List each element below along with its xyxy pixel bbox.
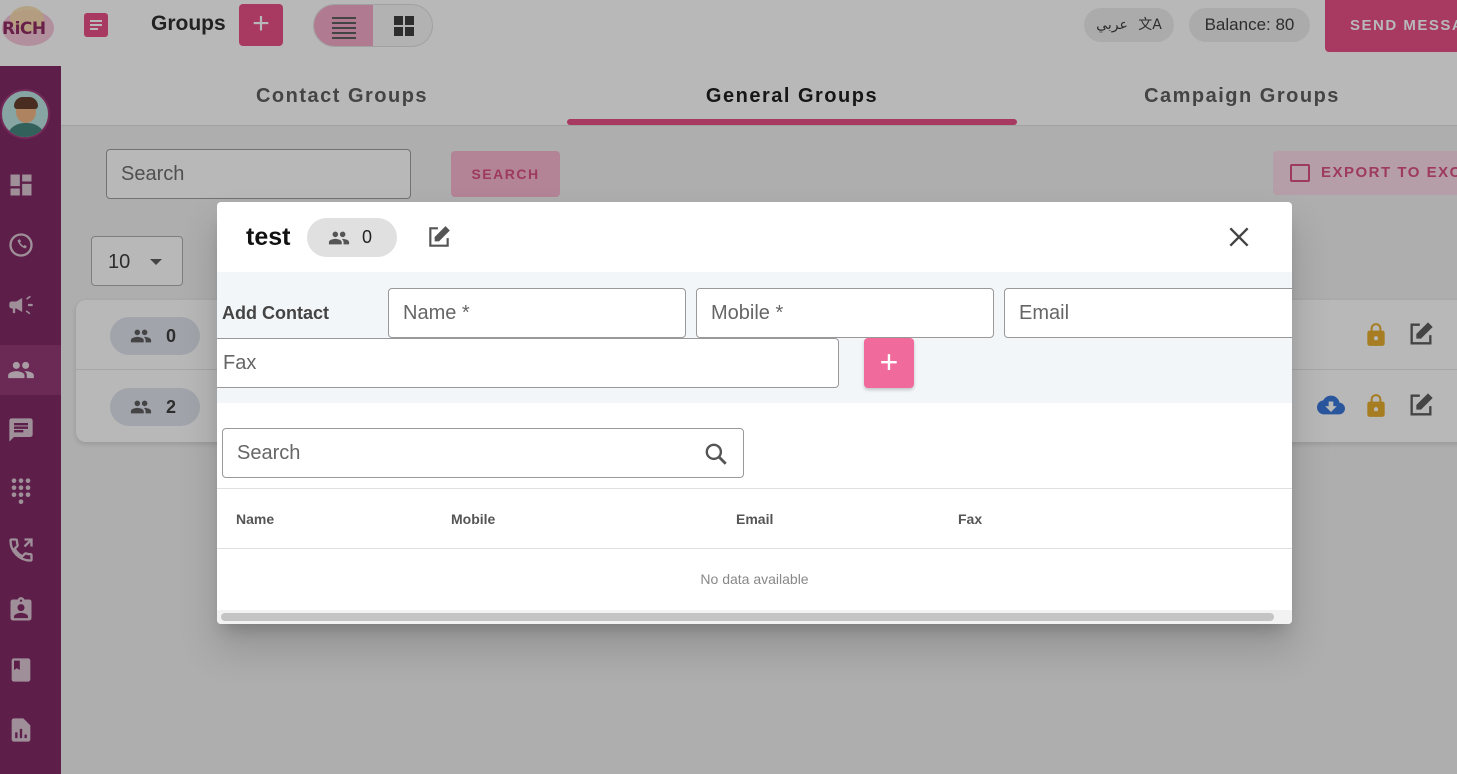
contact-search-input[interactable] (223, 429, 693, 477)
search-icon[interactable] (703, 441, 729, 467)
member-count-badge: 0 (307, 218, 397, 257)
edit-icon[interactable] (426, 224, 452, 250)
group-details-dialog: test 0 Add Contact + Name Mobile Email F… (217, 202, 1292, 624)
add-contact-button[interactable]: + (864, 338, 914, 388)
dialog-title: test (246, 223, 291, 251)
name-field[interactable] (388, 288, 686, 338)
column-header-mobile[interactable]: Mobile (451, 489, 495, 549)
member-count: 0 (362, 227, 373, 247)
mobile-field[interactable] (696, 288, 994, 338)
scrollbar-thumb[interactable] (221, 613, 1274, 621)
people-icon (328, 231, 350, 245)
close-icon[interactable] (1226, 224, 1252, 250)
column-header-fax[interactable]: Fax (958, 489, 982, 549)
email-field[interactable] (1004, 288, 1292, 338)
empty-state-text: No data available (700, 571, 809, 587)
table-header: Name Mobile Email Fax (217, 488, 1292, 549)
contact-search (222, 428, 744, 478)
horizontal-scrollbar[interactable] (217, 610, 1292, 624)
column-header-name[interactable]: Name (236, 489, 274, 549)
add-contact-label: Add Contact (222, 303, 329, 323)
column-header-email[interactable]: Email (736, 489, 773, 549)
fax-field[interactable] (217, 338, 839, 388)
add-contact-panel: Add Contact (217, 272, 1292, 403)
